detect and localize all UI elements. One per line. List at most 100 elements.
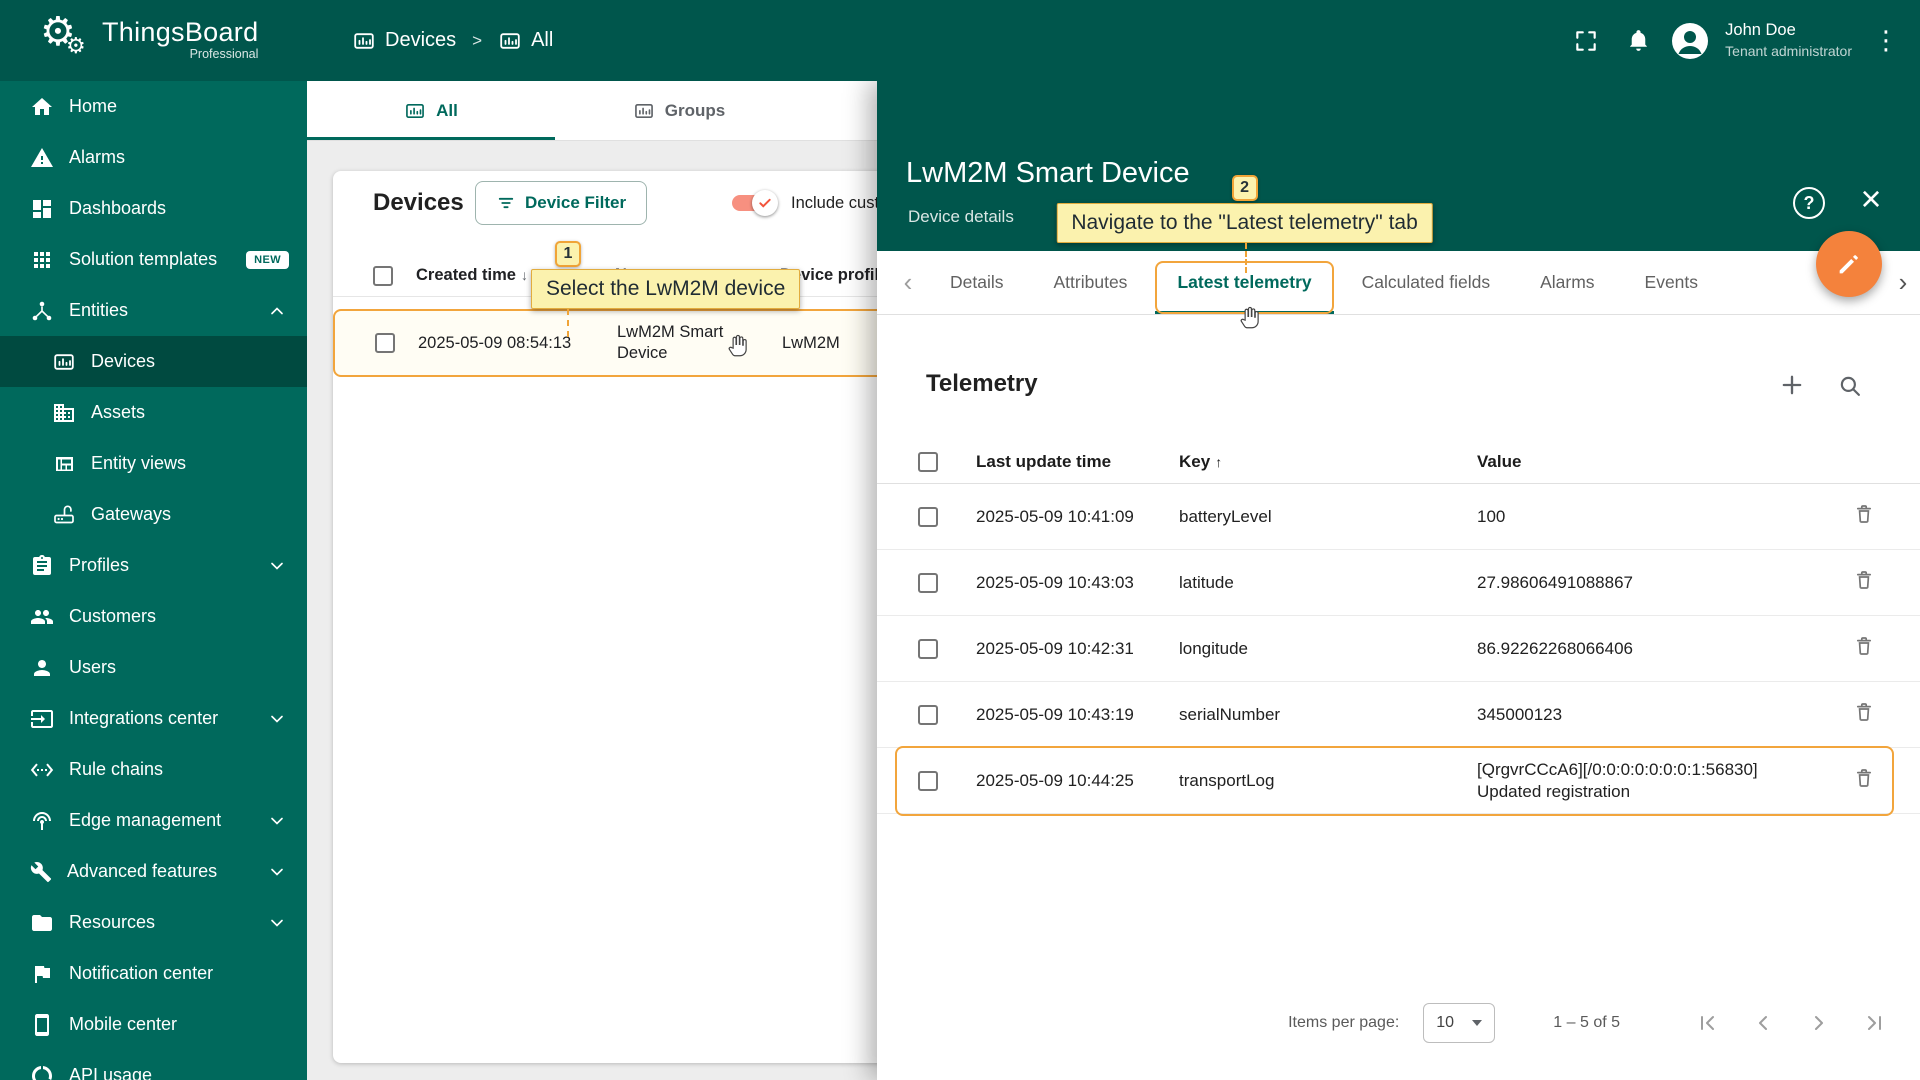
breadcrumb-devices[interactable]: Devices [352,29,456,53]
row-checkbox[interactable] [918,507,938,527]
column-last-update-time[interactable]: Last update time [976,452,1165,472]
input-icon [30,707,54,731]
sidebar-item-notification-center[interactable]: Notification center [0,948,307,999]
sidebar-item-resources[interactable]: Resources [0,897,307,948]
sidebar-item-alarms[interactable]: Alarms [0,132,307,183]
delete-telemetry-button[interactable] [1852,766,1876,795]
breadcrumb-separator: > [468,31,486,51]
items-per-page-select[interactable]: 10 [1423,1003,1495,1043]
search-telemetry-button[interactable] [1837,373,1863,404]
sidebar-item-entity-views[interactable]: Entity views [0,438,307,489]
row-checkbox[interactable] [918,705,938,725]
tab-attributes[interactable]: Attributes [1032,251,1150,314]
delete-telemetry-button[interactable] [1852,568,1876,597]
wifi-tethering-icon [30,809,54,833]
tab-details[interactable]: Details [928,251,1026,314]
tabs-scroll-right-button[interactable]: › [1888,251,1918,314]
cell-key: serialNumber [1179,705,1463,725]
settings-ethernet-icon [30,758,54,782]
sidebar-item-integrations-center[interactable]: Integrations center [0,693,307,744]
breadcrumb: Devices > All [352,0,553,81]
sidebar-item-customers[interactable]: Customers [0,591,307,642]
device-filter-button[interactable]: Device Filter [475,181,647,225]
include-customer-toggle[interactable] [730,190,778,216]
sidebar-item-assets[interactable]: Assets [0,387,307,438]
device-details-panel: LwM2M Smart Device Device details ? × ‹ … [877,81,1920,1080]
sidebar-item-profiles[interactable]: Profiles [0,540,307,591]
sidebar-item-gateways[interactable]: Gateways [0,489,307,540]
sidebar-item-edge-management[interactable]: Edge management [0,795,307,846]
select-all-checkbox[interactable] [373,266,393,286]
cell-time: 2025-05-09 10:42:31 [976,639,1165,659]
help-button[interactable]: ? [1793,187,1825,219]
sidebar-item-entities[interactable]: Entities [0,285,307,336]
cell-time: 2025-05-09 10:44:25 [976,771,1165,791]
sidebar-item-dashboards[interactable]: Dashboards [0,183,307,234]
trash-icon [1852,502,1876,526]
trash-icon [1852,568,1876,592]
delete-telemetry-button[interactable] [1852,700,1876,729]
last-page-button[interactable] [1860,1008,1890,1038]
devices-icon [404,100,426,122]
row-checkbox[interactable] [375,333,395,353]
chevron-down-icon [267,556,287,576]
sidebar-item-solution-templates[interactable]: Solution templates NEW [0,234,307,285]
tab-calculated-fields[interactable]: Calculated fields [1340,251,1512,314]
avatar-icon [1670,21,1710,61]
brand-name: ThingsBoard [102,16,258,48]
row-checkbox[interactable] [918,573,938,593]
sidebar-item-advanced-features[interactable]: Advanced features [0,846,307,897]
tabs-scroll-left-button[interactable]: ‹ [891,267,925,298]
page-range-label: 1 – 5 of 5 [1553,1014,1620,1032]
sidebar-item-rule-chains[interactable]: Rule chains [0,744,307,795]
items-per-page-label: Items per page: [1288,1014,1399,1032]
telemetry-section: Telemetry Last update time Key↑ Value 2 [877,315,1920,1080]
kebab-menu-icon[interactable]: ⋮ [1868,25,1904,56]
add-telemetry-button[interactable] [1778,371,1806,404]
sidebar-item-api-usage[interactable]: API usage [0,1050,307,1080]
column-key[interactable]: Key↑ [1179,452,1463,472]
cell-value: [QrgvrCCcA6][/0:0:0:0:0:0:0:1:56830] Upd… [1477,759,1822,803]
tab-groups[interactable]: Groups [555,81,803,140]
check-icon [758,196,772,210]
chevron-left-icon [1751,1011,1775,1035]
tab-alarms[interactable]: Alarms [1518,251,1616,314]
cell-value: 100 [1477,506,1822,528]
select-all-checkbox[interactable] [918,452,938,472]
delete-telemetry-button[interactable] [1852,502,1876,531]
thingsboard-logo[interactable]: ⚙⚙ ThingsBoard Professional [38,10,258,68]
cell-time: 2025-05-09 10:43:03 [976,573,1165,593]
sidebar-item-devices[interactable]: Devices [0,336,307,387]
first-page-button[interactable] [1692,1008,1722,1038]
warning-icon [30,146,54,170]
notifications-button[interactable] [1615,18,1661,64]
devices-group-icon [633,100,655,122]
breadcrumb-all[interactable]: All [498,29,553,53]
row-checkbox[interactable] [918,771,938,791]
bell-icon [1626,28,1651,53]
tab-events[interactable]: Events [1623,251,1721,314]
callout-step-1-badge: 1 [555,241,581,267]
fullscreen-button[interactable] [1563,18,1609,64]
previous-page-button[interactable] [1748,1008,1778,1038]
telemetry-row: 2025-05-09 10:41:09 batteryLevel 100 [877,484,1920,550]
edit-fab-button[interactable] [1816,231,1882,297]
tab-latest-telemetry[interactable]: Latest telemetry Navigate to the "Latest… [1155,251,1333,314]
column-value[interactable]: Value [1477,452,1822,472]
delete-telemetry-button[interactable] [1852,634,1876,663]
sidebar-item-mobile-center[interactable]: Mobile center [0,999,307,1050]
telemetry-row-highlighted: 2025-05-09 10:44:25 transportLog [QrgvrC… [877,748,1920,814]
user-avatar[interactable] [1667,18,1713,64]
row-checkbox[interactable] [918,639,938,659]
sidebar-item-home[interactable]: Home [0,81,307,132]
cell-value: 86.92262268066406 [1477,638,1822,660]
chevron-down-icon [267,709,287,729]
breadcrumb-root-label: Devices [385,29,456,52]
next-page-button[interactable] [1804,1008,1834,1038]
pencil-icon [1835,250,1863,278]
telemetry-row: 2025-05-09 10:43:19 serialNumber 3450001… [877,682,1920,748]
sidebar-item-users[interactable]: Users [0,642,307,693]
close-panel-button[interactable]: × [1851,177,1891,221]
panel-subtitle: Device details [908,207,1014,227]
tab-all[interactable]: All [307,81,555,140]
